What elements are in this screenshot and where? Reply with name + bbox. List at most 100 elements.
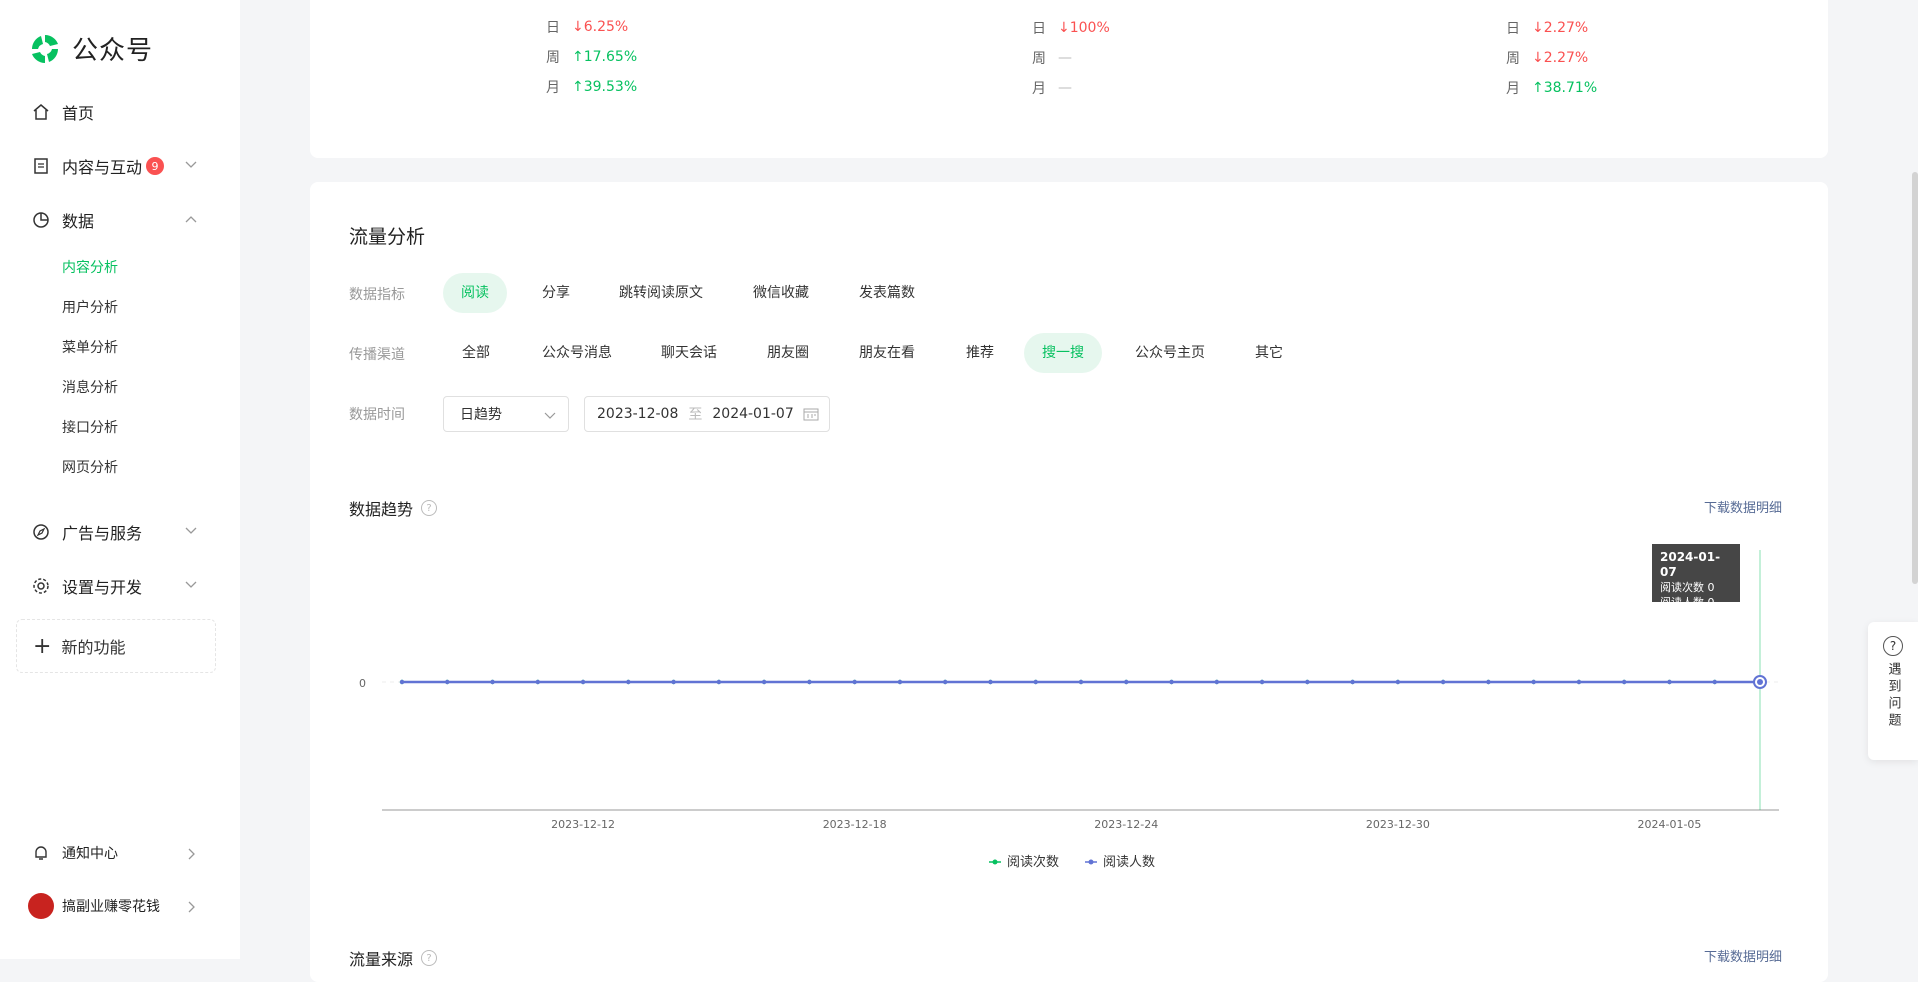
nav-ads[interactable]: 广告与服务	[32, 520, 142, 544]
help-label: 遇到问题	[1885, 662, 1901, 730]
date-to[interactable]: 2024-01-07	[712, 406, 793, 422]
data-point	[1124, 679, 1129, 685]
tab-metric-published[interactable]: 发表篇数	[841, 273, 933, 313]
data-point	[1350, 679, 1355, 685]
data-point	[1486, 679, 1491, 685]
stat-2-week: 周 —	[1032, 50, 1072, 67]
logo-icon	[32, 34, 58, 63]
sidebar-item-message-analysis[interactable]: 消息分析	[62, 377, 118, 397]
data-point	[761, 679, 767, 685]
chevron-down-icon[interactable]	[184, 158, 198, 172]
tab-metric-share[interactable]: 分享	[524, 273, 588, 313]
nav-settings[interactable]: 设置与开发	[32, 574, 142, 598]
x-tick-label: 2023-12-24	[1094, 818, 1158, 831]
source-section-title: 流量来源 ?	[349, 946, 438, 970]
data-point	[626, 679, 631, 685]
chevron-up-icon[interactable]	[184, 212, 198, 226]
nav-notify[interactable]: 通知中心	[32, 843, 118, 863]
tab-channel-message[interactable]: 公众号消息	[524, 333, 630, 373]
tab-channel-chat[interactable]: 聊天会话	[643, 333, 735, 373]
help-floating-button[interactable]: ? 遇到问题	[1868, 622, 1918, 760]
tab-metric-original[interactable]: 跳转阅读原文	[601, 273, 721, 313]
app-title: 公众号	[72, 36, 154, 66]
stat-1-day: 日 ↓ 6.25%	[546, 19, 629, 36]
nav-data-label: 数据	[62, 212, 95, 231]
tab-channel-moments[interactable]: 朋友圈	[749, 333, 827, 373]
trend-chart: 0 2023-12-12 2023-12-18 2023-12-24 2023-12-3…	[359, 550, 1779, 870]
new-feature-label: 新的功能	[61, 638, 126, 657]
avatar	[28, 893, 54, 919]
sidebar-item-api-analysis[interactable]: 接口分析	[62, 417, 118, 437]
stat-1-week: 周 ↑ 17.65%	[546, 49, 638, 66]
x-tick-label: 2023-12-12	[551, 818, 615, 831]
download-source-link[interactable]: 下载数据明细	[1704, 946, 1782, 965]
nav-data[interactable]: 数据	[32, 208, 94, 232]
data-point	[1259, 679, 1265, 685]
highlight-point-inner	[1757, 679, 1763, 685]
pie-chart-icon	[32, 211, 50, 229]
nav-content[interactable]: 内容与互动 9	[32, 154, 165, 178]
tab-channel-friends-watching[interactable]: 朋友在看	[841, 333, 933, 373]
data-point	[580, 679, 586, 685]
help-icon[interactable]: ?	[421, 950, 438, 966]
x-tick-label: 2023-12-18	[823, 818, 887, 831]
chevron-down-icon[interactable]	[184, 524, 198, 538]
tab-channel-all[interactable]: 全部	[444, 333, 508, 373]
stat-3-week: 周 ↓ 2.27%	[1506, 50, 1589, 67]
data-point	[1305, 679, 1310, 685]
page-title: 流量分析	[349, 226, 426, 248]
logo[interactable]: 公众号	[28, 30, 153, 67]
stat-2-month: 月 —	[1032, 80, 1072, 97]
chart-tooltip: 2024-01-07 阅读次数 0 阅读人数 0	[1652, 544, 1740, 609]
data-point	[943, 679, 948, 685]
data-point	[1712, 679, 1717, 685]
date-from[interactable]: 2023-12-08	[597, 406, 678, 422]
sidebar-item-user-analysis[interactable]: 用户分析	[62, 297, 118, 317]
stat-3-month: 月 ↑ 38.71%	[1506, 80, 1598, 97]
channel-label: 传播渠道	[349, 347, 405, 363]
y-tick-label: 0	[359, 677, 366, 690]
sidebar-item-content-analysis[interactable]: 内容分析	[62, 257, 118, 277]
sidebar: 公众号 首页 内容与互动 9 数据 内容分析 用户分析 菜单分析 消息分析 接口…	[0, 0, 240, 959]
date-range-picker[interactable]: 2023-12-08 至 2024-01-07	[584, 396, 830, 432]
tab-channel-search[interactable]: 搜一搜	[1024, 333, 1102, 373]
data-point	[1214, 679, 1219, 685]
metric-label: 数据指标	[349, 287, 405, 303]
data-point	[1078, 679, 1084, 685]
data-point	[852, 679, 857, 685]
data-point	[399, 679, 405, 685]
home-icon	[32, 103, 50, 121]
account-menu[interactable]: 搞副业赚零花钱	[28, 893, 160, 919]
time-label: 数据时间	[349, 407, 405, 423]
data-point	[988, 679, 993, 685]
legend-dot	[992, 859, 998, 865]
legend-label: 阅读次数	[1007, 854, 1059, 870]
data-point	[1576, 679, 1582, 685]
data-point	[1395, 679, 1401, 685]
nav-home[interactable]: 首页	[32, 100, 94, 124]
data-point	[445, 679, 450, 685]
document-icon	[32, 157, 50, 175]
new-feature-button[interactable]: + 新的功能	[16, 619, 216, 673]
sidebar-item-menu-analysis[interactable]: 菜单分析	[62, 337, 118, 357]
data-point	[1440, 679, 1446, 685]
tab-metric-favorite[interactable]: 微信收藏	[735, 273, 827, 313]
time-mode-select[interactable]: 日趋势	[443, 396, 569, 432]
tab-channel-other[interactable]: 其它	[1237, 333, 1301, 373]
help-icon[interactable]: ?	[421, 500, 438, 516]
data-point	[535, 679, 540, 685]
download-trend-link[interactable]: 下载数据明细	[1704, 497, 1782, 516]
compass-icon	[32, 523, 50, 541]
sidebar-item-web-analysis[interactable]: 网页分析	[62, 457, 118, 477]
scrollbar[interactable]	[1912, 172, 1918, 584]
chevron-down-icon[interactable]	[184, 578, 198, 592]
data-point	[1033, 679, 1038, 685]
tab-channel-recommend[interactable]: 推荐	[948, 333, 1012, 373]
chevron-right-icon[interactable]	[184, 900, 198, 914]
tab-channel-homepage[interactable]: 公众号主页	[1117, 333, 1223, 373]
nav-settings-label: 设置与开发	[62, 578, 143, 597]
chevron-right-icon[interactable]	[184, 847, 198, 861]
nav-home-label: 首页	[62, 104, 95, 123]
gear-icon	[32, 577, 50, 595]
tab-metric-read[interactable]: 阅读	[443, 273, 507, 313]
